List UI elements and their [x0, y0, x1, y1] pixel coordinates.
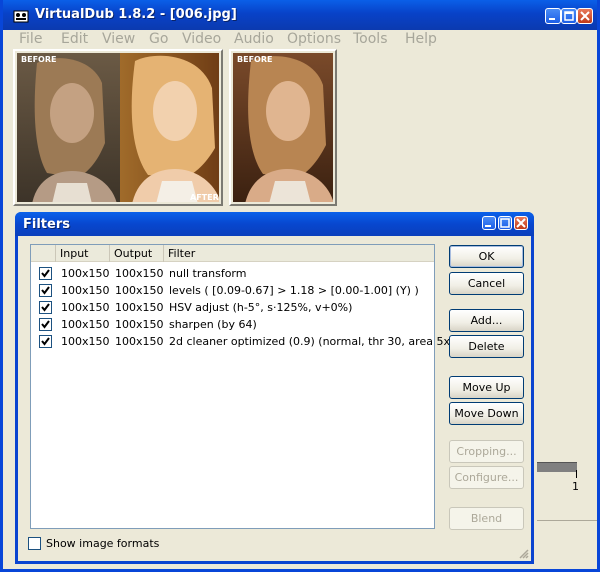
dialog-maximize-button[interactable] [498, 216, 512, 230]
filters-dialog-body: Input Output Filter 100x150 100x150 null… [18, 236, 531, 561]
filter-enabled-checkbox[interactable] [39, 318, 52, 331]
checkmark-icon [41, 269, 50, 278]
minimize-icon [485, 225, 491, 227]
menu-bar: File Edit View Go Video Audio Options To… [3, 30, 597, 48]
virtualdub-app-icon [13, 10, 29, 23]
blend-button[interactable]: Blend [449, 507, 524, 530]
filters-dialog: Filters Input Output Filter 100x150 100x… [15, 212, 534, 564]
filter-row[interactable]: 100x150 100x150 sharpen (by 64) [31, 316, 434, 333]
filter-enabled-checkbox[interactable] [39, 267, 52, 280]
cropping-button[interactable]: Cropping... [449, 440, 524, 463]
filter-input-size: 100x150 [61, 267, 110, 280]
filter-output-size: 100x150 [115, 267, 164, 280]
position-tick [576, 470, 577, 478]
column-header-input[interactable]: Input [56, 245, 110, 262]
maximize-icon [500, 218, 510, 228]
configure-button[interactable]: Configure... [449, 466, 524, 489]
filter-row[interactable]: 100x150 100x150 levels ( [0.09-0.67] > 1… [31, 282, 434, 299]
filter-list[interactable]: Input Output Filter 100x150 100x150 null… [30, 244, 461, 529]
ok-button[interactable]: OK [449, 245, 524, 268]
menu-audio[interactable]: Audio [234, 30, 274, 48]
checkmark-icon [41, 286, 50, 295]
menu-tools[interactable]: Tools [353, 30, 388, 48]
close-icon [516, 218, 526, 228]
filter-output-size: 100x150 [115, 301, 164, 314]
main-title-bar[interactable]: VirtualDub 1.8.2 - [006.jpg] [3, 0, 597, 30]
before-label: BEFORE [21, 55, 56, 64]
input-before-image: BEFORE [17, 53, 120, 202]
filters-dialog-title: Filters [23, 217, 70, 232]
checkmark-icon [41, 303, 50, 312]
output-video-pane: BEFORE [229, 49, 337, 206]
add-filter-button[interactable]: Add... [449, 309, 524, 332]
menu-go[interactable]: Go [149, 30, 168, 48]
filter-name: sharpen (by 64) [169, 318, 257, 331]
resize-grip-icon[interactable] [517, 547, 529, 559]
filter-output-size: 100x150 [115, 335, 164, 348]
input-frame: BEFORE AFTER [17, 53, 219, 202]
filter-name: levels ( [0.09-0.67] > 1.18 > [0.00-1.00… [169, 284, 419, 297]
menu-help[interactable]: Help [405, 30, 437, 48]
dialog-close-button[interactable] [514, 216, 528, 230]
output-image: BEFORE [233, 53, 333, 202]
column-header-check[interactable] [31, 245, 56, 262]
filter-enabled-checkbox[interactable] [39, 284, 52, 297]
column-header-output[interactable]: Output [110, 245, 164, 262]
after-label: AFTER [190, 193, 219, 202]
minimize-button[interactable] [545, 8, 561, 24]
output-frame: BEFORE [233, 53, 333, 202]
close-icon [580, 11, 590, 21]
main-window-title: VirtualDub 1.8.2 - [006.jpg] [35, 7, 237, 22]
cancel-button[interactable]: Cancel [449, 272, 524, 295]
dialog-minimize-button[interactable] [482, 216, 496, 230]
maximize-icon [564, 11, 574, 21]
filter-row[interactable]: 100x150 100x150 2d cleaner optimized (0.… [31, 333, 461, 350]
delete-filter-button[interactable]: Delete [449, 335, 524, 358]
filter-output-size: 100x150 [115, 318, 164, 331]
filter-name: 2d cleaner optimized (0.9) (normal, thr … [169, 335, 462, 348]
checkmark-icon [41, 320, 50, 329]
filter-list-header: Input Output Filter [31, 245, 434, 262]
input-video-pane: BEFORE AFTER [13, 49, 223, 206]
show-image-formats-checkbox[interactable] [28, 537, 41, 550]
move-down-button[interactable]: Move Down [449, 402, 524, 425]
position-value: 1 [572, 480, 579, 493]
filter-row[interactable]: 100x150 100x150 HSV adjust (h-5°, s·125%… [31, 299, 434, 316]
menu-options[interactable]: Options [287, 30, 341, 48]
move-up-button[interactable]: Move Up [449, 376, 524, 399]
menu-file[interactable]: File [19, 30, 42, 48]
filter-input-size: 100x150 [61, 301, 110, 314]
menu-view[interactable]: View [102, 30, 135, 48]
filter-input-size: 100x150 [61, 335, 110, 348]
filter-enabled-checkbox[interactable] [39, 335, 52, 348]
minimize-icon [549, 18, 555, 20]
filter-input-size: 100x150 [61, 318, 110, 331]
output-before-label: BEFORE [237, 55, 272, 64]
filter-name: HSV adjust (h-5°, s·125%, v+0%) [169, 301, 353, 314]
filter-row[interactable]: 100x150 100x150 null transform [31, 265, 434, 282]
filter-name: null transform [169, 267, 247, 280]
filter-input-size: 100x150 [61, 284, 110, 297]
close-button[interactable] [577, 8, 593, 24]
show-image-formats-label: Show image formats [46, 537, 160, 550]
column-header-filter[interactable]: Filter [164, 245, 434, 262]
maximize-button[interactable] [561, 8, 577, 24]
filter-enabled-checkbox[interactable] [39, 301, 52, 314]
position-slider-track[interactable] [537, 462, 577, 472]
filter-output-size: 100x150 [115, 284, 164, 297]
menu-edit[interactable]: Edit [61, 30, 88, 48]
input-after-image: AFTER [120, 53, 219, 202]
checkmark-icon [41, 337, 50, 346]
status-divider [537, 520, 597, 521]
filters-title-bar[interactable]: Filters [15, 212, 534, 236]
menu-video[interactable]: Video [182, 30, 221, 48]
